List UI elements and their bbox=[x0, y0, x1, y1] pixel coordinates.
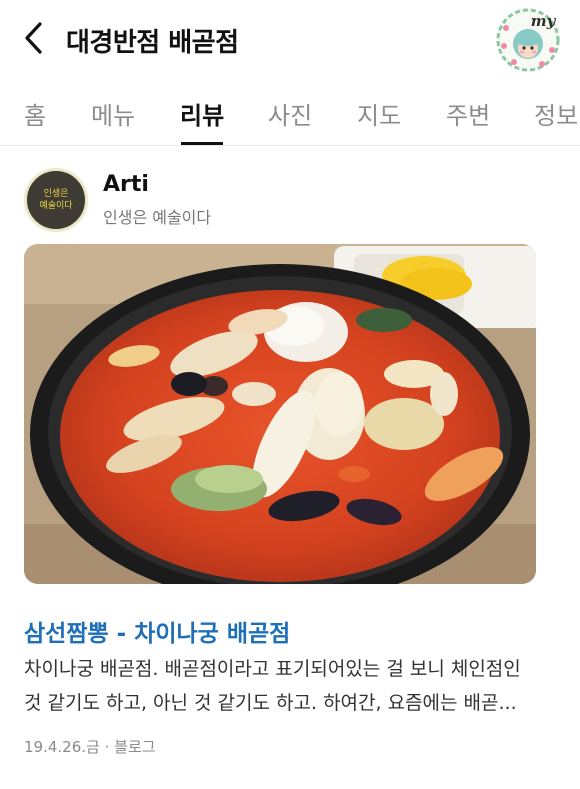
chevron-left-icon bbox=[25, 22, 42, 54]
page-title: 대경반점 배곧점 bbox=[66, 28, 239, 58]
tab-menu[interactable]: 메뉴 bbox=[91, 96, 135, 131]
active-tab-indicator bbox=[181, 142, 223, 145]
back-button[interactable] bbox=[18, 20, 48, 56]
post-title-link[interactable]: 삼선짬뽕 - 차이나궁 배곧점 bbox=[24, 614, 290, 648]
tab-bar: 홈 메뉴 리뷰 사진 지도 주변 정보 bbox=[0, 80, 580, 146]
post-meta: 19.4.26.금 · 블로그 bbox=[24, 736, 156, 757]
author-name[interactable]: Arti bbox=[103, 172, 149, 197]
tab-info[interactable]: 정보 bbox=[534, 96, 578, 131]
blog-name: 인생은 예술이다 bbox=[103, 208, 212, 227]
review-photo[interactable] bbox=[24, 244, 536, 584]
tab-reviews[interactable]: 리뷰 bbox=[180, 96, 224, 131]
post-excerpt-line: 것 같기도 하고, 아닌 것 같기도 하고. 하여간, 요즘에는 배곧... bbox=[24, 692, 517, 714]
tab-home[interactable]: 홈 bbox=[24, 96, 46, 131]
my-badge-label: my bbox=[531, 12, 557, 30]
tab-photos[interactable]: 사진 bbox=[268, 96, 312, 131]
tab-nearby[interactable]: 주변 bbox=[446, 96, 490, 131]
post-excerpt[interactable]: 차이나궁 배곧점. 배곧점이라고 표기되어있는 걸 보니 체인점인 것 같기도 … bbox=[24, 652, 560, 720]
post-date: 19.4.26.금 bbox=[24, 738, 100, 756]
avatar-text-line2: 예술이다 bbox=[39, 201, 73, 211]
meta-separator: · bbox=[104, 738, 110, 756]
top-header: 대경반점 배곧점 my bbox=[0, 0, 580, 80]
profile-avatar-icon: my bbox=[496, 8, 560, 72]
post-excerpt-line: 차이나궁 배곧점. 배곧점이라고 표기되어있는 걸 보니 체인점인 bbox=[24, 658, 521, 680]
post-source: 블로그 bbox=[114, 738, 156, 756]
author-avatar[interactable]: 인생은 예술이다 bbox=[24, 168, 88, 232]
my-profile-button[interactable]: my bbox=[494, 6, 562, 74]
food-photo-image bbox=[24, 244, 536, 584]
tab-map[interactable]: 지도 bbox=[357, 96, 401, 131]
avatar-text-line1: 인생은 bbox=[43, 189, 69, 199]
